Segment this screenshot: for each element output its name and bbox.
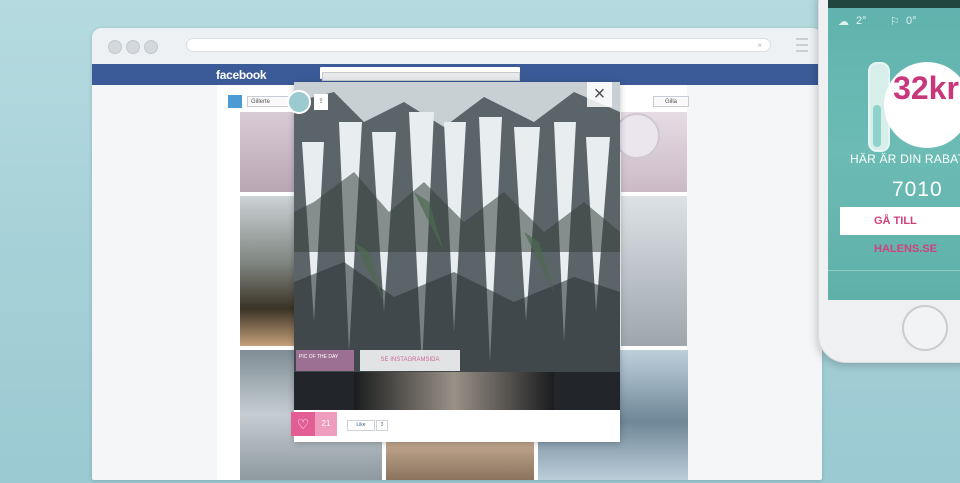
share-overlay: ⇪ — [287, 90, 341, 116]
modal-close-button[interactable]: × — [587, 82, 612, 107]
heart-count: 21 — [315, 412, 337, 436]
address-bar[interactable]: × — [186, 38, 771, 52]
modal-photo — [294, 82, 620, 372]
gallery-tile[interactable] — [240, 196, 296, 346]
clear-url-icon[interactable]: × — [757, 39, 762, 53]
phone-home-button[interactable] — [902, 305, 948, 351]
window-maximize-dot[interactable] — [144, 40, 158, 54]
weather-temp-2: 0° — [906, 15, 917, 27]
pin-icon[interactable]: ⇪ — [314, 94, 328, 110]
app-logo — [228, 95, 242, 108]
heart-icon[interactable]: ♡ — [291, 412, 315, 436]
instagram-link[interactable]: SE INSTAGRAMSIDA — [360, 350, 460, 371]
gallery-tile[interactable] — [240, 112, 296, 192]
modal-photo-lower — [294, 372, 620, 410]
cloud-icon: ☁ — [838, 16, 849, 28]
modal-like-row: ♡ 21 Like 3 — [291, 412, 621, 442]
clock-decoration — [614, 113, 660, 159]
discount-code: 7010 — [892, 178, 943, 201]
phone-divider — [828, 270, 960, 271]
gallery-tile[interactable] — [621, 196, 687, 346]
weather-temp-1: 2° — [856, 15, 867, 27]
app-like-button[interactable]: Gilla — [653, 96, 689, 107]
gallery-tile[interactable] — [386, 442, 534, 480]
pic-of-the-day-badge: PIC OF THE DAY — [296, 350, 354, 371]
phone-screen: ☁ 2° ⚐ 0° 32kr HÄR ÄR DIN RABATT 7010 GÅ… — [828, 0, 960, 300]
browser-toolbar: × — [92, 28, 822, 64]
share-circle-icon[interactable] — [287, 90, 311, 114]
browser-menu-icon[interactable] — [796, 38, 808, 52]
modal-title-bar — [322, 72, 520, 81]
go-to-halens-button[interactable]: GÅ TILL HALENS.SE — [840, 207, 960, 255]
discount-value: 32kr — [893, 70, 959, 106]
photo-modal — [294, 82, 620, 442]
discount-heading: HÄR ÄR DIN RABATT — [850, 152, 960, 166]
facebook-logo[interactable]: facebook — [216, 68, 267, 82]
icicle-photo — [294, 82, 620, 372]
phone-status-bar — [828, 0, 960, 8]
facebook-like-count: 3 — [376, 420, 388, 431]
wind-icon: ⚐ — [890, 16, 900, 28]
lamp-photo — [354, 372, 554, 410]
window-close-dot[interactable] — [108, 40, 122, 54]
window-minimize-dot[interactable] — [126, 40, 140, 54]
facebook-like-button[interactable]: Like — [347, 420, 375, 431]
app-tab[interactable]: Gillerte — [247, 96, 289, 107]
